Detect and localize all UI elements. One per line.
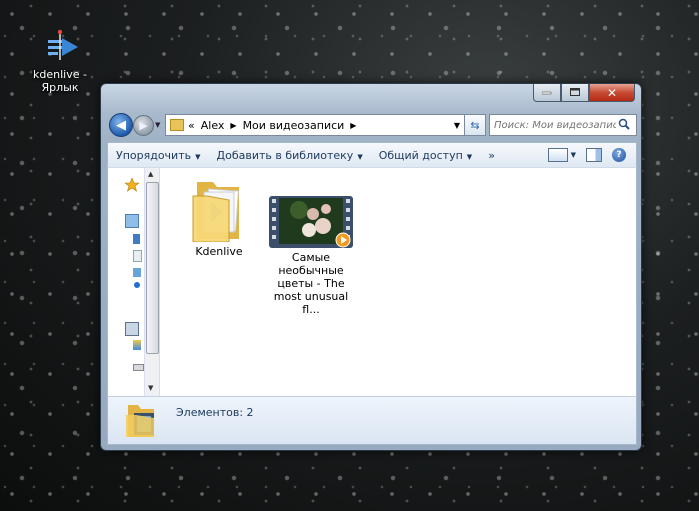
chevron-down-icon: ▼ [195,152,201,161]
share-button[interactable]: Общий доступ ▼ [371,149,480,162]
refresh-button[interactable]: ⇆ [464,114,486,136]
file-item-name-line4: most unusual fl... [273,290,349,316]
close-icon: ✕ [606,85,618,100]
pane-splitter[interactable] [159,168,160,396]
kdenlive-shortcut[interactable]: kdenlive - Ярлык [30,28,90,94]
explorer-window: ✕ ◀ ▶ ▼ « Alex ▶ Мои видеозаписи ▶ ▼ ⇆ У… [100,83,642,451]
maximize-button[interactable] [561,84,589,102]
file-item-name-line3: цветы - The [277,277,345,290]
back-button[interactable]: ◀ [109,113,133,137]
search-input[interactable] [490,118,618,132]
file-item-name: Kdenlive [195,245,243,258]
add-to-library-button[interactable]: Добавить в библиотеку ▼ [209,149,371,162]
forward-button[interactable]: ▶ [133,115,154,136]
organize-button[interactable]: Упорядочить ▼ [108,149,209,162]
video-thumbnail [269,196,353,248]
more-commands-button[interactable]: » [480,149,503,162]
history-dropdown[interactable]: ▼ [155,121,160,129]
star-icon[interactable] [124,177,140,192]
music-icon[interactable] [134,282,140,288]
minimize-button[interactable] [533,84,561,102]
pictures-icon[interactable] [133,268,141,277]
chevron-down-icon: ▼ [466,152,473,161]
search-icon[interactable] [618,118,634,133]
chevron-up-icon[interactable]: ▲ [148,170,153,178]
command-bar: Упорядочить ▼ Добавить в библиотеку ▼ Общи… [107,142,637,167]
arrow-left-icon: ◀ [116,117,126,133]
refresh-icon: ⇆ [470,118,480,132]
view-icon [547,148,568,162]
content-area: ▲ ▼ Kdenlive Самые необычные цветы - The… [107,167,637,397]
address-overflow[interactable]: « [188,119,195,132]
chevron-down-icon[interactable]: ▼ [148,384,153,392]
folder-icon [170,119,184,131]
chevron-down-icon: ▼ [570,151,576,159]
search-box [489,114,637,136]
help-button[interactable]: ? [612,148,626,162]
scrollbar-thumb[interactable] [146,182,159,354]
arrow-right-icon: ▶ [139,119,148,132]
library-item-icon[interactable] [133,234,140,244]
details-pane: Элементов: 2 [107,396,637,445]
documents-icon[interactable] [133,250,142,262]
breadcrumb-my-videos[interactable]: Мои видеозаписи [243,119,345,132]
drive-icon[interactable] [133,340,141,350]
address-bar[interactable]: « Alex ▶ Мои видеозаписи ▶ ▼ [165,114,465,136]
file-item-name-line2: необычные [278,264,344,277]
file-item-video[interactable]: Самые необычные цветы - The most unusual… [264,196,358,316]
shortcut-label: kdenlive - Ярлык [33,68,87,94]
chevron-down-icon: ▼ [357,152,363,161]
preview-pane-button[interactable] [586,148,602,162]
chevron-right-icon[interactable]: ▶ [230,121,236,130]
change-view-button[interactable]: ▼ [547,148,576,162]
file-item-folder[interactable]: Kdenlive [174,176,264,258]
close-button[interactable]: ✕ [589,84,635,102]
computer-icon[interactable] [125,322,139,336]
file-item-name-line1: Самые [291,251,331,264]
library-icon[interactable] [125,214,139,228]
kdenlive-icon [40,28,80,64]
navigation-pane: ▲ ▼ [108,168,159,396]
caption-buttons: ✕ [533,84,635,102]
chevron-right-icon[interactable]: ▶ [350,121,356,130]
chevron-down-icon[interactable]: ▼ [454,121,460,130]
navigation-scrollbar[interactable]: ▲ ▼ [144,168,159,396]
disk-icon[interactable] [133,364,144,371]
videos-library-icon [126,405,154,437]
breadcrumb-alex[interactable]: Alex [201,119,225,132]
folder-icon [192,182,239,243]
navigation-bar: ◀ ▶ ▼ « Alex ▶ Мои видеозаписи ▶ ▼ ⇆ [107,112,637,138]
item-count: Элементов: 2 [176,406,254,419]
